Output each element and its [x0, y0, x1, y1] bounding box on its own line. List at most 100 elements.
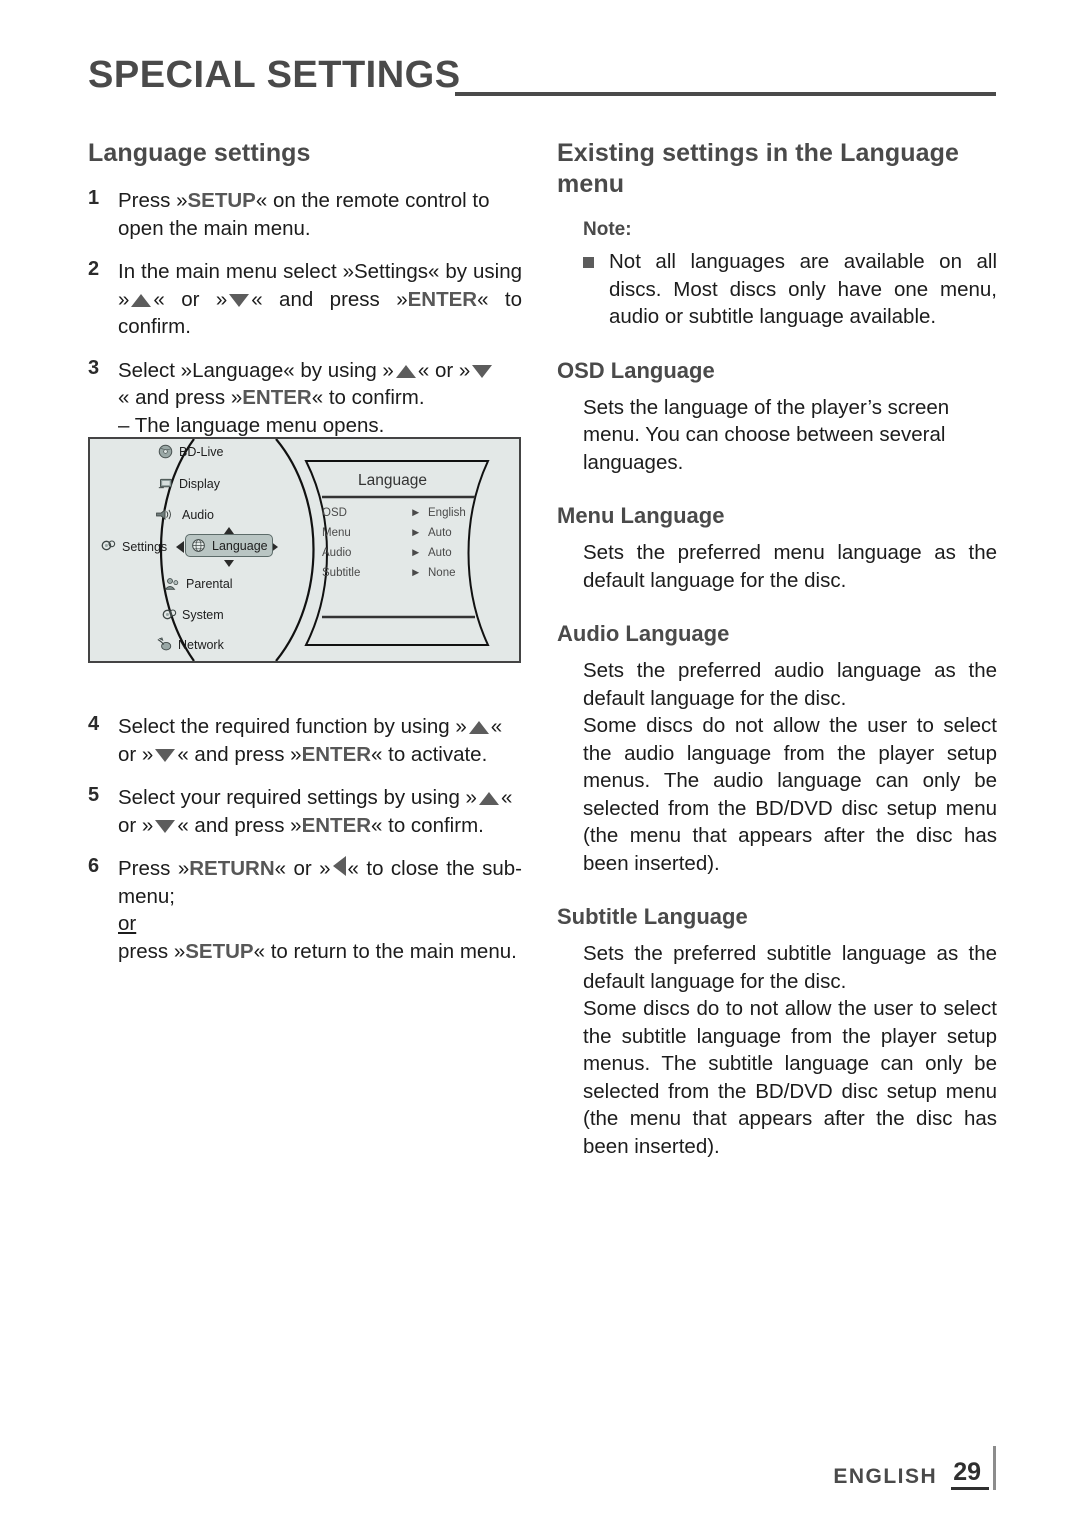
- step-number: 2: [88, 258, 100, 280]
- figure-row-value-subtitle: None: [428, 567, 456, 579]
- figure-row-label-osd: OSD: [322, 507, 347, 519]
- step-2-part-c: « and press »: [251, 287, 408, 311]
- step-number: 1: [88, 187, 100, 209]
- step-4-part-a: Select the required function by using »: [118, 715, 467, 738]
- figure-row-label-menu: Menu: [322, 527, 351, 539]
- figure-item-audio: Audio: [182, 508, 214, 522]
- arrow-down-icon: [229, 293, 250, 307]
- footer-edge-bar: [993, 1446, 996, 1490]
- step-text: Select your required settings by using »…: [118, 784, 522, 839]
- keyword-setup: SETUP: [187, 189, 256, 212]
- note-label: Note:: [583, 219, 632, 240]
- step-6-text-cont: press »SETUP« to return to the main menu…: [118, 938, 522, 966]
- step-text: Select the required function by using » «…: [118, 713, 522, 768]
- step-3-part-b: « or »: [417, 358, 471, 382]
- step-5-part-d: « to confirm.: [371, 813, 484, 837]
- step-number: 4: [88, 713, 100, 735]
- display-icon: [158, 478, 172, 489]
- step-4-part-d: « to activate.: [371, 742, 488, 766]
- manual-page: SPECIAL SETTINGS Language settings 1 Pre…: [0, 0, 1080, 1532]
- menu-language-paragraph-1: Sets the preferred menu language as the …: [583, 541, 997, 592]
- keyword-enter: ENTER: [301, 813, 372, 837]
- step-text: In the main menu select »Settings« by us…: [118, 258, 522, 341]
- step-5-part-c: « and press »: [177, 813, 302, 837]
- note-text: Not all languages are available on all d…: [609, 250, 997, 328]
- footer-language: ENGLISH: [833, 1465, 938, 1488]
- note-block: Note: Not all languages are available on…: [583, 218, 997, 331]
- step-6: 6 Press »RETURN« or » « to close the sub-…: [88, 855, 522, 965]
- step-6-part-e: « to return to the main menu.: [253, 939, 517, 963]
- step-3-part-a: Select »Language« by using »: [118, 358, 394, 382]
- step-4: 4 Select the required function by using …: [88, 713, 522, 768]
- step-4-part-c: « and press »: [177, 742, 302, 766]
- keyword-enter: ENTER: [407, 287, 478, 311]
- step-number: 5: [88, 784, 100, 806]
- step-5-part-a: Select your required settings by using »: [118, 786, 477, 809]
- bullet-square-icon: [583, 257, 594, 268]
- figure-row-marker-audio: ►: [410, 547, 422, 559]
- step-number: 6: [88, 855, 100, 877]
- keyword-return: RETURN: [189, 857, 275, 880]
- figure-row-value-audio: Auto: [428, 547, 452, 559]
- step-text: Press »SETUP« on the remote control to o…: [118, 187, 522, 242]
- figure-language-menu: Settings BD-Live Display Audio Language …: [88, 437, 521, 663]
- page-footer: ENGLISH 29: [833, 1446, 996, 1490]
- figure-item-network: Network: [178, 638, 224, 652]
- step-1: 1 Press »SETUP« on the remote control to…: [88, 187, 522, 242]
- system-icon: [162, 609, 177, 620]
- step-6-part-b: « or »: [274, 857, 331, 880]
- figure-row-value-menu: Auto: [428, 527, 452, 539]
- arrow-up-icon: [395, 364, 416, 378]
- figure-item-display: Display: [179, 477, 220, 491]
- figure-row-label-subtitle: Subtitle: [322, 567, 361, 579]
- step-6-part-d: press »: [118, 939, 186, 963]
- step-3-part-c: « and press »: [118, 386, 243, 409]
- step-3: 3 Select »Language« by using » « or » « a…: [88, 357, 522, 440]
- figure-item-language: Language: [212, 539, 268, 553]
- arrow-up-icon: [478, 792, 499, 805]
- figure-row-marker-subtitle: ►: [410, 567, 422, 579]
- step-2-part-b: « or »: [153, 287, 228, 311]
- figure-row-label-audio: Audio: [322, 547, 352, 559]
- audio-language-paragraph-1: Sets the preferred audio language as the…: [583, 659, 997, 710]
- figure-root-label: Settings: [122, 540, 168, 554]
- section-title-language-settings: Language settings: [88, 139, 311, 167]
- step-3-part-d: « to confirm.: [311, 386, 425, 409]
- language-icon: [192, 539, 205, 552]
- step-6-or: or: [118, 912, 137, 935]
- step-number: 3: [88, 356, 100, 379]
- subsection-title-osd-language: OSD Language: [557, 357, 715, 383]
- step-text: Press »RETURN« or » « to close the sub-me…: [118, 855, 522, 910]
- keyword-setup: SETUP: [185, 939, 254, 963]
- settings-gear-icon: [101, 540, 116, 551]
- subsection-title-audio-language: Audio Language: [557, 621, 730, 646]
- step-5: 5 Select your required settings by using…: [88, 784, 522, 839]
- arrow-down-icon: [155, 819, 176, 833]
- figure-item-bd-live: BD-Live: [179, 445, 224, 459]
- figure-row-marker-menu: ►: [410, 527, 422, 539]
- figure-row-value-osd: English: [428, 507, 466, 519]
- keyword-enter: ENTER: [301, 742, 372, 766]
- step-3-subnote: – The language menu opens.: [118, 413, 385, 437]
- subsection-title-subtitle-language: Subtitle Language: [557, 904, 748, 929]
- page-title: SPECIAL SETTINGS: [88, 54, 461, 96]
- note-item: Not all languages are available on all d…: [583, 248, 997, 331]
- osd-language-paragraph-1: Sets the language of the player’s screen…: [583, 395, 950, 474]
- step-2: 2 In the main menu select »Settings« by …: [88, 258, 522, 341]
- step-text-cont: « and press »ENTER« to confirm.: [118, 384, 522, 412]
- bd-live-icon: [158, 444, 173, 459]
- footer-page-number: 29: [951, 1459, 989, 1490]
- audio-icon: [156, 509, 171, 520]
- arrow-down-icon: [155, 748, 176, 762]
- page-header: SPECIAL SETTINGS: [88, 52, 996, 108]
- step-1-part-a: Press »: [118, 189, 188, 212]
- arrow-left-icon: [332, 856, 346, 876]
- audio-language-paragraph-2: Some discs do not allow the user to sele…: [583, 714, 997, 875]
- parental-icon: [164, 578, 179, 590]
- step-6-part-a: Press »: [118, 857, 190, 880]
- arrow-up-icon: [131, 293, 152, 307]
- header-rule: [455, 92, 996, 96]
- section-title-existing-settings: Existing settings in the Language menu: [557, 139, 959, 198]
- figure-item-parental: Parental: [186, 577, 233, 591]
- keyword-enter: ENTER: [242, 386, 312, 409]
